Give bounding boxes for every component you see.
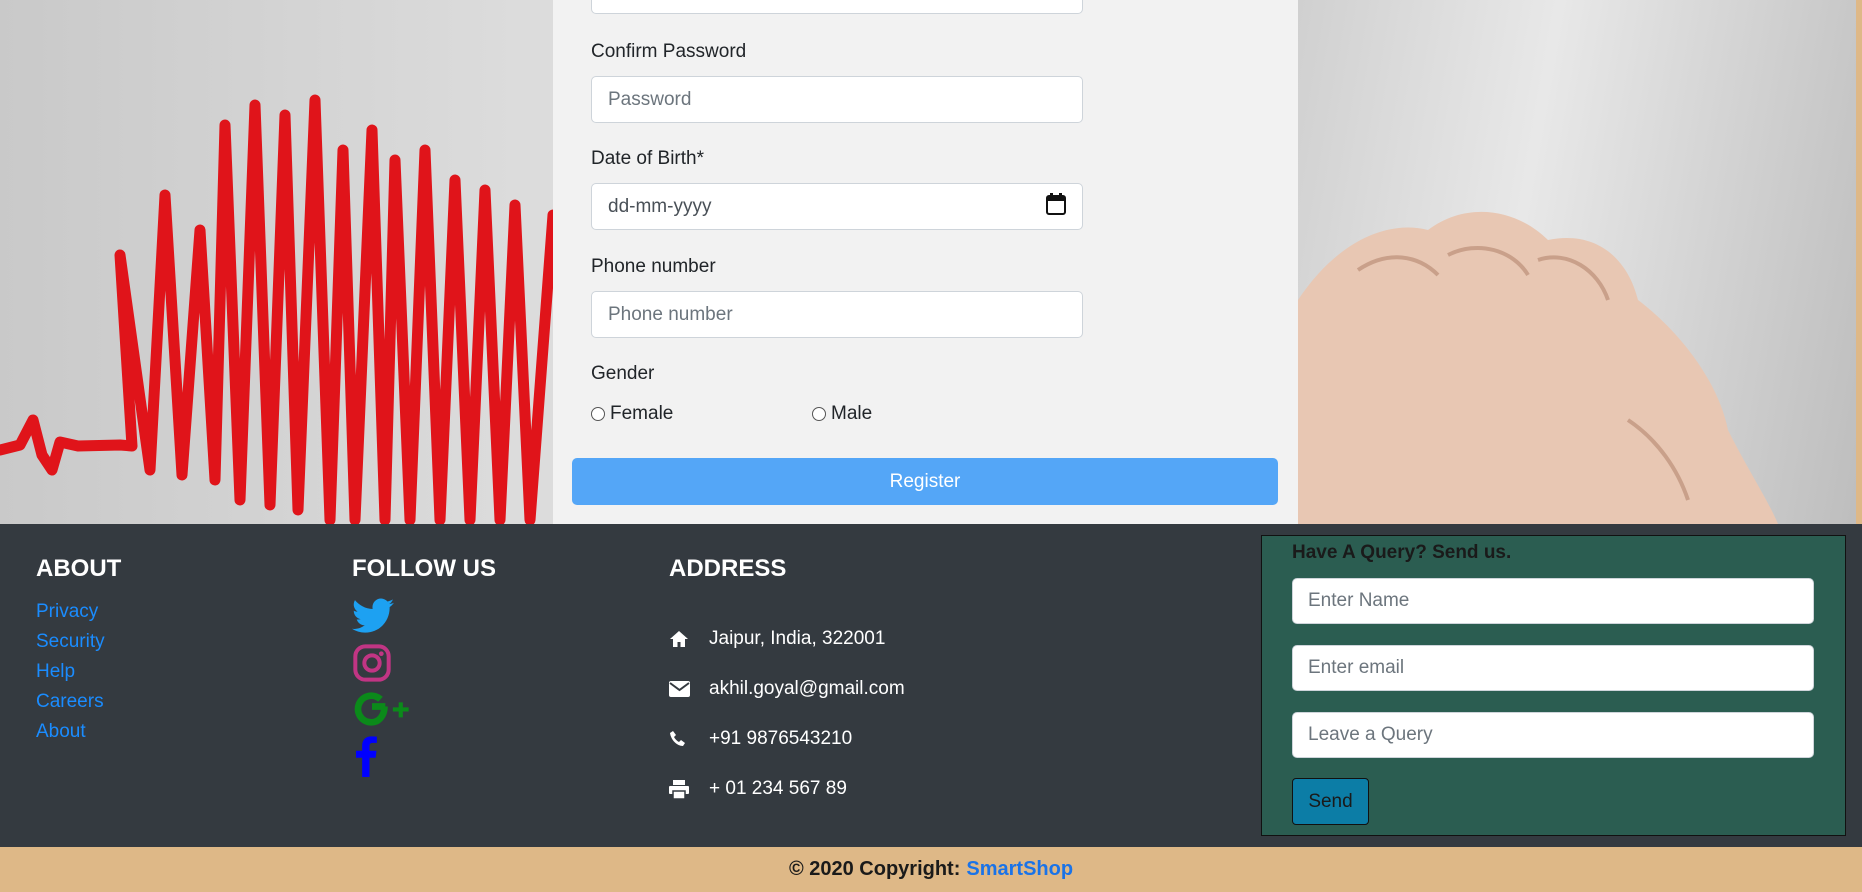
facebook-icon[interactable] (352, 735, 412, 781)
confirm-password-label: Confirm Password (591, 41, 747, 62)
password-field-partial[interactable] (591, 0, 1083, 14)
footer: ABOUT Privacy Security Help Careers Abou… (0, 524, 1862, 847)
address-title: ADDRESS (669, 555, 787, 582)
print-icon (669, 779, 709, 799)
heartbeat-illustration (0, 94, 553, 524)
phone-label: Phone number (591, 256, 716, 277)
about-link[interactable]: About (36, 717, 105, 747)
gender-label: Gender (591, 363, 655, 384)
female-label: Female (610, 403, 674, 424)
address-text: Jaipur, India, 322001 (709, 628, 886, 649)
dob-placeholder: dd-mm-yyyy (608, 195, 712, 217)
fax-text: + 01 234 567 89 (709, 778, 847, 799)
dob-input[interactable]: dd-mm-yyyy (591, 183, 1083, 230)
privacy-link[interactable]: Privacy (36, 597, 105, 627)
address-row-fax: + 01 234 567 89 (669, 764, 905, 814)
help-link[interactable]: Help (36, 657, 105, 687)
careers-link[interactable]: Careers (36, 687, 105, 717)
query-name-input[interactable] (1292, 578, 1814, 624)
hand-illustration (1298, 211, 1778, 524)
about-links: Privacy Security Help Careers About (36, 597, 105, 747)
male-label: Male (831, 403, 873, 424)
copyright-bar: © 2020 Copyright: SmartShop (0, 847, 1862, 892)
copyright-text: © 2020 Copyright: (788, 858, 961, 880)
send-button[interactable]: Send (1292, 778, 1369, 825)
about-title: ABOUT (36, 555, 122, 582)
male-radio[interactable] (812, 407, 826, 421)
confirm-password-input[interactable] (591, 76, 1083, 123)
envelope-icon (669, 681, 709, 697)
hand-photo (1298, 0, 1862, 524)
follow-title: FOLLOW US (352, 555, 496, 582)
registration-form: Confirm Password Date of Birth* dd-mm-yy… (553, 0, 1298, 524)
email-text: akhil.goyal@gmail.com (709, 678, 905, 699)
address-row-home: Jaipur, India, 322001 (669, 614, 905, 664)
female-radio[interactable] (591, 407, 605, 421)
query-email-input[interactable] (1292, 645, 1814, 691)
home-icon (669, 630, 709, 648)
calendar-icon[interactable] (1046, 192, 1066, 221)
address-row-phone: +91 9876543210 (669, 714, 905, 764)
google-plus-icon[interactable] (352, 689, 412, 735)
query-message-input[interactable] (1292, 712, 1814, 758)
query-form: Have A Query? Send us. Send (1261, 535, 1846, 836)
security-link[interactable]: Security (36, 627, 105, 657)
right-edge-stripe (1856, 0, 1862, 524)
phone-input[interactable] (591, 291, 1083, 338)
brand-link[interactable]: SmartShop (966, 858, 1073, 881)
query-title: Have A Query? Send us. (1292, 542, 1512, 563)
hero-section: Confirm Password Date of Birth* dd-mm-yy… (0, 0, 1862, 524)
phone-icon (669, 730, 709, 748)
social-icons (352, 597, 412, 781)
address-row-email: akhil.goyal@gmail.com (669, 664, 905, 714)
register-button[interactable]: Register (572, 458, 1278, 505)
address-list: Jaipur, India, 322001 akhil.goyal@gmail.… (669, 614, 905, 814)
dob-label: Date of Birth* (591, 148, 704, 169)
instagram-icon[interactable] (352, 643, 412, 689)
phone-text: +91 9876543210 (709, 728, 853, 749)
gender-female-option[interactable]: Female (591, 403, 673, 425)
gender-male-option[interactable]: Male (812, 403, 872, 425)
twitter-icon[interactable] (352, 597, 412, 643)
